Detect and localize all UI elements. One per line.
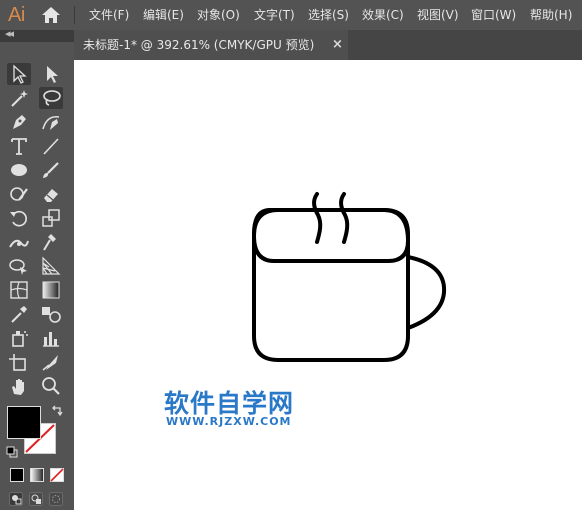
steam-line — [312, 192, 323, 244]
menu-help[interactable]: 帮助(H) — [530, 7, 572, 23]
width-tool-icon[interactable] — [7, 231, 31, 253]
eyedropper-tool-icon[interactable] — [7, 303, 31, 325]
watermark-url: WWW.RJZXW.COM — [166, 415, 292, 428]
menu-edit[interactable]: 编辑(E) — [143, 7, 184, 23]
draw-behind-icon[interactable] — [29, 492, 43, 506]
menu-type[interactable]: 文字(T) — [254, 7, 295, 23]
eraser-tool-icon[interactable] — [39, 183, 63, 205]
steam-line — [339, 192, 350, 244]
home-icon[interactable] — [40, 5, 62, 25]
collapse-icon[interactable]: ◂◂ — [5, 27, 14, 40]
mug-handle — [406, 255, 447, 330]
menu-bar: Ai 文件(F) 编辑(E) 对象(O) 文字(T) 选择(S) 效果(C) 视… — [0, 0, 582, 30]
paintbrush-tool-icon[interactable] — [39, 159, 63, 181]
shape-builder-tool-icon[interactable] — [7, 255, 31, 277]
blend-tool-icon[interactable] — [39, 303, 63, 325]
color-mode-icon[interactable] — [10, 468, 24, 482]
draw-inside-icon[interactable] — [49, 492, 63, 506]
menu-view[interactable]: 视图(V) — [417, 7, 459, 23]
column-graph-tool-icon[interactable] — [39, 327, 63, 349]
fill-swatch[interactable] — [7, 406, 41, 439]
document-tab[interactable]: 未标题-1* @ 392.61% (CMYK/GPU 预览) × — [74, 30, 348, 60]
symbol-sprayer-tool-icon[interactable] — [7, 327, 31, 349]
pen-tool-icon[interactable] — [7, 111, 31, 133]
rotate-tool-icon[interactable] — [7, 207, 31, 229]
puppet-warp-tool-icon[interactable] — [39, 231, 63, 253]
line-segment-tool-icon[interactable] — [39, 135, 63, 157]
artboard-canvas[interactable] — [74, 60, 582, 510]
lasso-tool-icon[interactable] — [39, 87, 63, 109]
app-logo: Ai — [8, 4, 25, 26]
mug-body — [252, 208, 410, 362]
hand-tool-icon[interactable] — [7, 375, 31, 397]
menu-effect[interactable]: 效果(C) — [362, 7, 404, 23]
magic-wand-tool-icon[interactable] — [7, 87, 31, 109]
document-tab-title: 未标题-1* @ 392.61% (CMYK/GPU 预览) — [83, 38, 315, 52]
swap-fill-stroke-icon[interactable] — [50, 404, 64, 418]
slice-tool-icon[interactable] — [39, 351, 63, 373]
mug-rim — [252, 208, 410, 263]
menu-object[interactable]: 对象(O) — [197, 7, 240, 23]
toolbar-header: ◂◂ — [0, 27, 74, 42]
gradient-tool-icon[interactable] — [39, 279, 63, 301]
ellipse-tool-icon[interactable] — [7, 159, 31, 181]
artboard-tool-icon[interactable] — [7, 351, 31, 373]
tab-bar: 未标题-1* @ 392.61% (CMYK/GPU 预览) × — [74, 30, 582, 60]
type-tool-icon[interactable] — [7, 135, 31, 157]
mug-artwork[interactable] — [74, 60, 582, 510]
none-mode-icon[interactable] — [50, 468, 64, 482]
draw-normal-icon[interactable] — [9, 492, 23, 506]
gradient-mode-icon[interactable] — [30, 468, 44, 482]
menu-window[interactable]: 窗口(W) — [471, 7, 516, 23]
menu-file[interactable]: 文件(F) — [89, 7, 129, 23]
mesh-tool-icon[interactable] — [7, 279, 31, 301]
shaper-tool-icon[interactable] — [7, 183, 31, 205]
curvature-tool-icon[interactable] — [39, 111, 63, 133]
default-fill-stroke-icon[interactable] — [5, 445, 19, 459]
perspective-grid-tool-icon[interactable] — [39, 255, 63, 277]
menu-select[interactable]: 选择(S) — [308, 7, 349, 23]
menu-separator — [74, 6, 75, 24]
direct-selection-tool-icon[interactable] — [39, 63, 63, 85]
close-icon[interactable]: × — [332, 37, 343, 52]
scale-tool-icon[interactable] — [39, 207, 63, 229]
zoom-tool-icon[interactable] — [39, 375, 63, 397]
selection-tool-icon[interactable] — [7, 63, 31, 85]
